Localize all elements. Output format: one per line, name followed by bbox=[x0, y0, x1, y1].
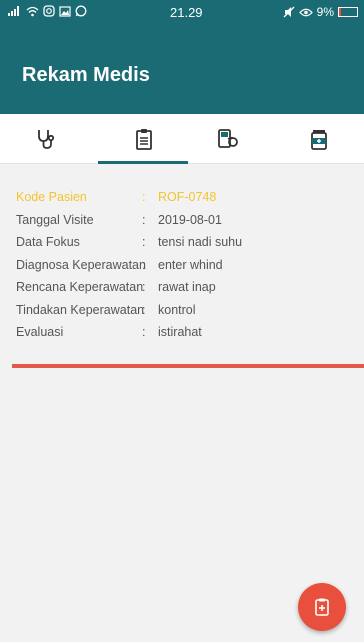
record-value: rawat inap bbox=[158, 280, 216, 295]
record-label: Evaluasi bbox=[16, 325, 64, 340]
status-icons-right: 9% bbox=[283, 5, 358, 19]
record-separator: : bbox=[142, 280, 146, 295]
record-separator: : bbox=[142, 325, 146, 340]
tab-clipboard[interactable] bbox=[98, 114, 189, 164]
record-row-evaluation: Evaluasi : istirahat bbox=[16, 321, 356, 344]
record-separator: : bbox=[142, 212, 146, 227]
tab-bar bbox=[0, 114, 364, 164]
record-row-visit-date: Tanggal Visite : 2019-08-01 bbox=[16, 209, 356, 232]
record-row-action: Tindakan Keperawatan : kontrol bbox=[16, 299, 356, 322]
record-label: Tanggal Visite bbox=[16, 212, 94, 227]
clipboard-icon bbox=[135, 129, 152, 150]
add-record-button[interactable] bbox=[298, 583, 346, 631]
record-label: Tindakan Keperawatan bbox=[16, 302, 145, 317]
section-divider bbox=[12, 364, 364, 368]
instagram-icon bbox=[43, 5, 55, 17]
record-label: Kode Pasien bbox=[16, 190, 87, 205]
add-document-icon bbox=[315, 598, 329, 616]
whatsapp-icon bbox=[75, 5, 87, 17]
stethoscope-icon bbox=[37, 130, 54, 149]
record-separator: : bbox=[142, 235, 146, 250]
status-icons-left bbox=[8, 5, 87, 17]
medical-record-details: Kode Pasien : ROF-0748 Tanggal Visite : … bbox=[16, 186, 356, 344]
record-label: Rencana Keperawatan bbox=[16, 280, 144, 295]
record-value: kontrol bbox=[158, 302, 196, 317]
record-separator: : bbox=[142, 190, 146, 205]
eye-icon bbox=[298, 8, 313, 16]
clock: 21.29 bbox=[170, 5, 203, 20]
record-separator: : bbox=[142, 302, 146, 317]
record-row-patient-code: Kode Pasien : ROF-0748 bbox=[16, 186, 356, 209]
signal-icon bbox=[8, 6, 19, 16]
record-row-diagnosis: Diagnosa Keperawatan : enter whind bbox=[16, 254, 356, 277]
app-bar: Rekam Medis bbox=[0, 26, 364, 114]
gallery-icon bbox=[59, 5, 71, 17]
record-value: istirahat bbox=[158, 325, 202, 340]
record-value: tensi nadi suhu bbox=[158, 235, 243, 250]
tab-stethoscope[interactable] bbox=[0, 114, 91, 164]
tab-indicator bbox=[98, 161, 188, 164]
battery-percent: 9% bbox=[316, 5, 334, 19]
mute-icon bbox=[283, 6, 295, 18]
record-value: 2019-08-01 bbox=[158, 212, 222, 227]
record-label: Diagnosa Keperawatan bbox=[16, 257, 146, 272]
tab-medicine[interactable] bbox=[273, 114, 364, 164]
record-label: Data Fokus bbox=[16, 235, 80, 250]
status-bar: 21.29 9% bbox=[0, 0, 364, 26]
battery-icon bbox=[338, 7, 358, 17]
wifi-icon bbox=[26, 6, 39, 16]
tab-blood-pressure[interactable] bbox=[182, 114, 273, 164]
record-row-plan: Rencana Keperawatan : rawat inap bbox=[16, 276, 356, 299]
blood-pressure-icon bbox=[217, 129, 238, 148]
page-title: Rekam Medis bbox=[22, 64, 150, 86]
record-row-focus-data: Data Fokus : tensi nadi suhu bbox=[16, 231, 356, 254]
battery-level bbox=[339, 8, 341, 16]
record-separator: : bbox=[142, 257, 146, 272]
medicine-icon bbox=[310, 130, 327, 150]
record-value: enter whind bbox=[158, 257, 223, 272]
record-value: ROF-0748 bbox=[158, 190, 217, 205]
